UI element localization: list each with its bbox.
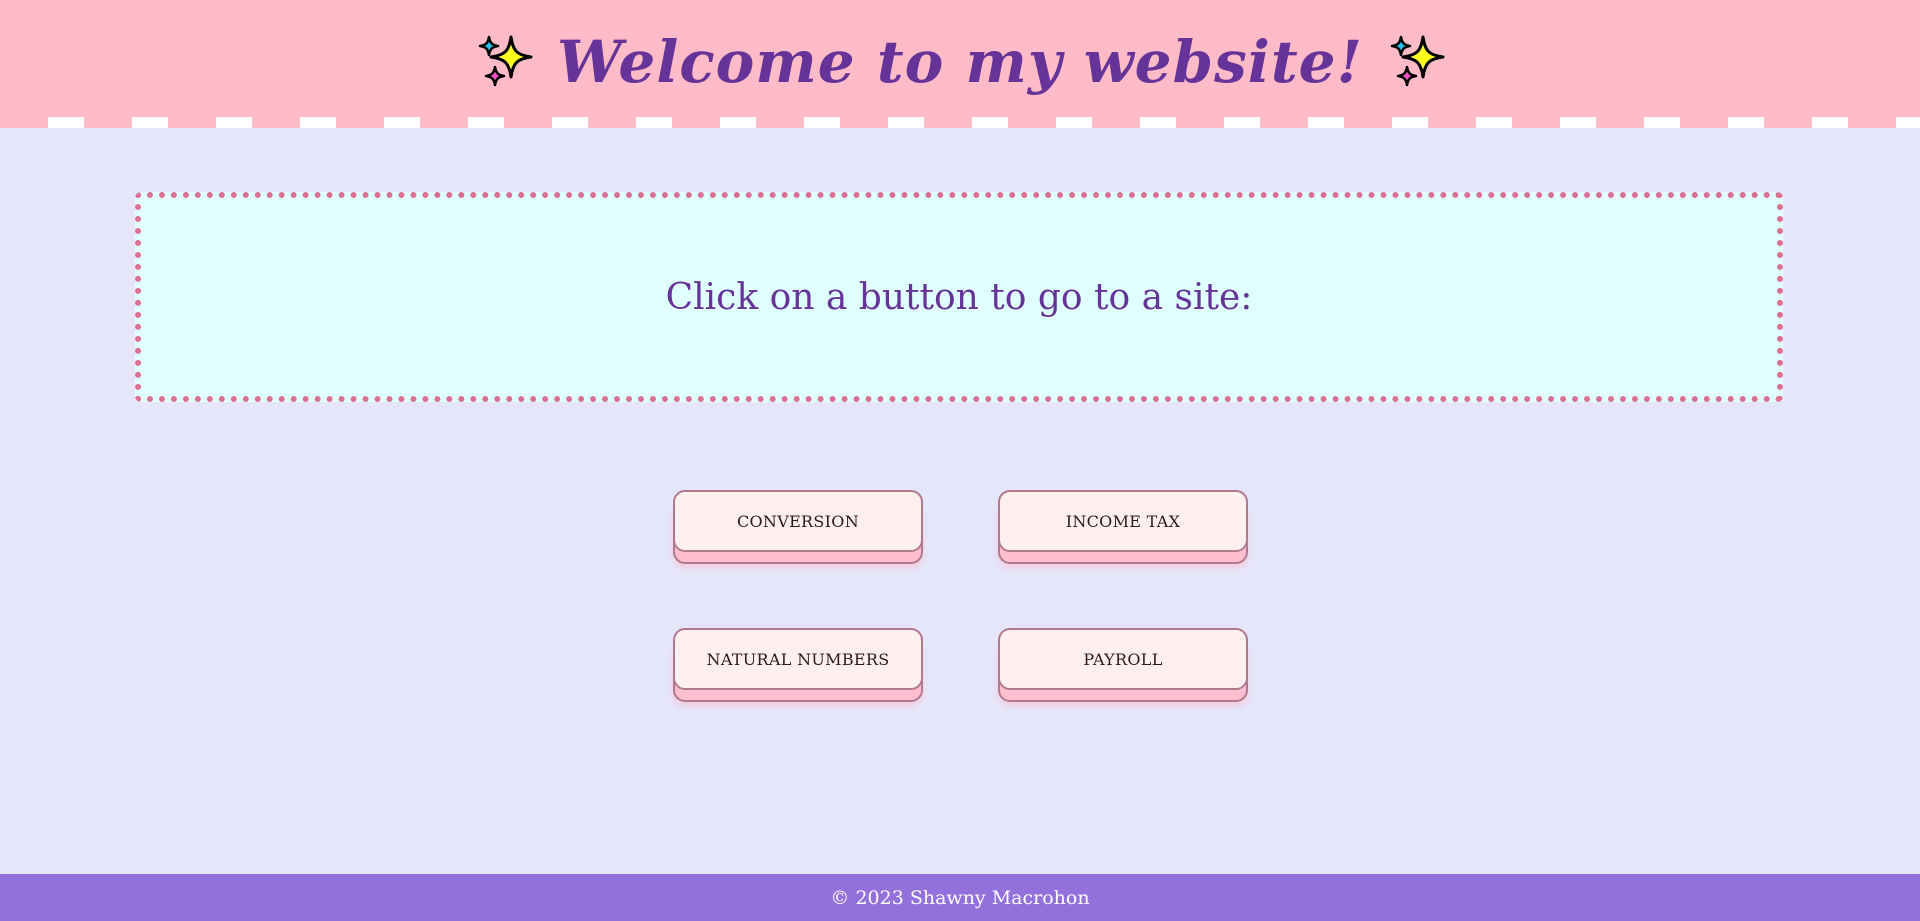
sparkles-icon (473, 31, 535, 93)
income-tax-button-label: INCOME TAX (998, 490, 1248, 552)
conversion-button[interactable]: CONVERSION (673, 490, 923, 566)
payroll-button-label: PAYROLL (998, 628, 1248, 690)
sparkles-icon (1385, 31, 1447, 93)
page: Welcome to my website! Click on a button… (0, 0, 1920, 921)
natural-numbers-button-label: NATURAL NUMBERS (673, 628, 923, 690)
site-header: Welcome to my website! (0, 0, 1920, 128)
natural-numbers-button[interactable]: NATURAL NUMBERS (673, 628, 923, 704)
header-content: Welcome to my website! (0, 22, 1920, 102)
header-stripe-border (0, 117, 1920, 128)
site-title: Welcome to my website! (557, 28, 1363, 96)
income-tax-button[interactable]: INCOME TAX (998, 490, 1248, 566)
copyright-text: © 2023 Shawny Macrohon (830, 886, 1090, 909)
payroll-button[interactable]: PAYROLL (998, 628, 1248, 704)
site-footer: © 2023 Shawny Macrohon (0, 874, 1920, 921)
prompt-box: Click on a button to go to a site: (135, 192, 1783, 402)
conversion-button-label: CONVERSION (673, 490, 923, 552)
prompt-text: Click on a button to go to a site: (665, 276, 1253, 318)
